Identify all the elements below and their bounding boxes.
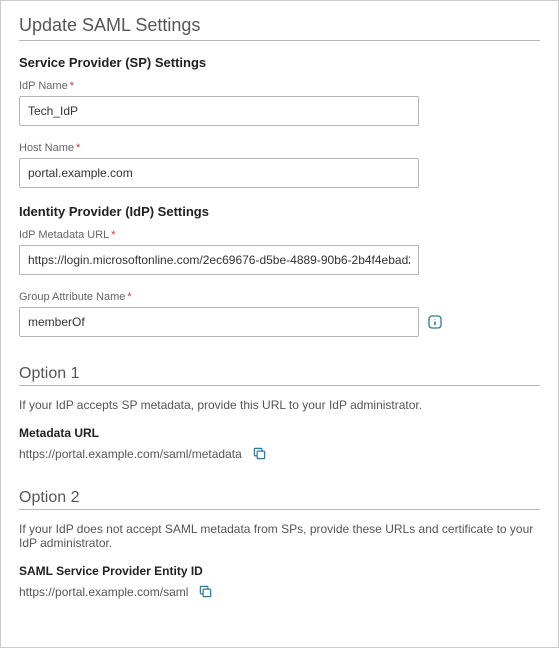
info-icon[interactable] bbox=[427, 314, 443, 330]
required-asterisk: * bbox=[76, 142, 80, 154]
idp-name-input[interactable] bbox=[19, 96, 419, 126]
option-1-description: If your IdP accepts SP metadata, provide… bbox=[19, 398, 540, 412]
entity-id-value: https://portal.example.com/saml bbox=[19, 585, 188, 599]
group-attribute-input[interactable] bbox=[19, 307, 419, 337]
required-asterisk: * bbox=[111, 229, 115, 241]
copy-icon[interactable] bbox=[252, 446, 267, 461]
required-asterisk: * bbox=[127, 291, 131, 303]
metadata-url-value: https://portal.example.com/saml/metadata bbox=[19, 447, 242, 461]
copy-icon[interactable] bbox=[198, 584, 213, 599]
idp-settings-heading: Identity Provider (IdP) Settings bbox=[19, 204, 540, 219]
option-1-heading: Option 1 bbox=[19, 365, 540, 386]
entity-id-label: SAML Service Provider Entity ID bbox=[19, 564, 540, 578]
sp-settings-heading: Service Provider (SP) Settings bbox=[19, 55, 540, 70]
idp-metadata-url-label: IdP Metadata URL* bbox=[19, 229, 540, 241]
page-title: Update SAML Settings bbox=[19, 15, 540, 41]
host-name-input[interactable] bbox=[19, 158, 419, 188]
idp-name-label: IdP Name* bbox=[19, 80, 540, 92]
idp-name-field: IdP Name* bbox=[19, 80, 540, 126]
host-name-field: Host Name* bbox=[19, 142, 540, 188]
idp-metadata-url-field: IdP Metadata URL* bbox=[19, 229, 540, 275]
required-asterisk: * bbox=[70, 80, 74, 92]
option-2-heading: Option 2 bbox=[19, 489, 540, 510]
host-name-label: Host Name* bbox=[19, 142, 540, 154]
metadata-url-label: Metadata URL bbox=[19, 426, 540, 440]
group-attribute-field: Group Attribute Name* bbox=[19, 291, 540, 337]
group-attribute-label: Group Attribute Name* bbox=[19, 291, 540, 303]
option-2-description: If your IdP does not accept SAML metadat… bbox=[19, 522, 540, 550]
idp-metadata-url-input[interactable] bbox=[19, 245, 419, 275]
